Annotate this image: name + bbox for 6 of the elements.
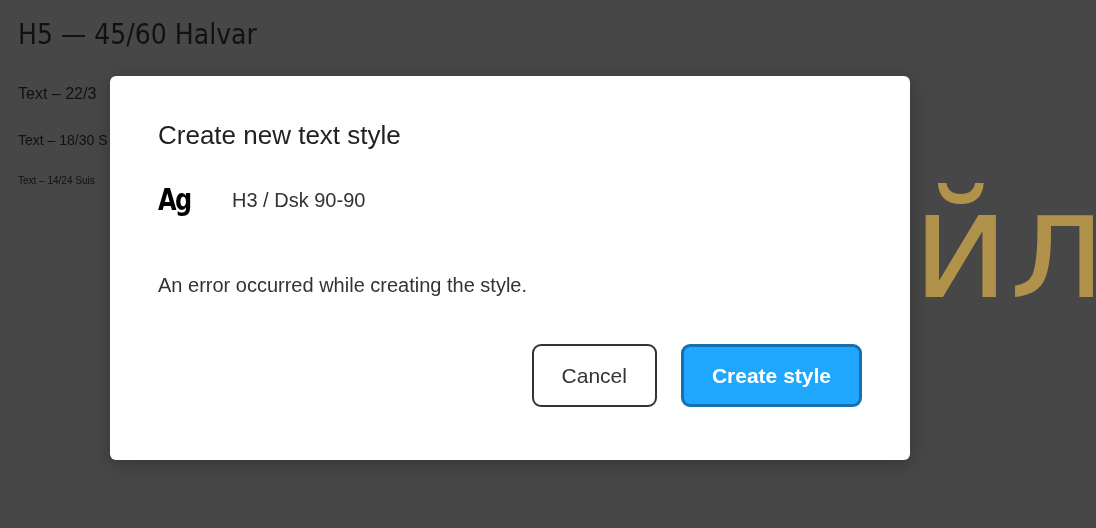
font-sample: Ag — [158, 181, 192, 220]
cancel-button[interactable]: Cancel — [531, 344, 657, 408]
canvas-large-text: йл — [912, 170, 1096, 320]
error-message: An error occurred while creating the style. — [158, 274, 528, 297]
style-name: H3 / Dsk 90-90 — [232, 187, 366, 213]
dialog-title: Create new text style — [158, 120, 402, 152]
